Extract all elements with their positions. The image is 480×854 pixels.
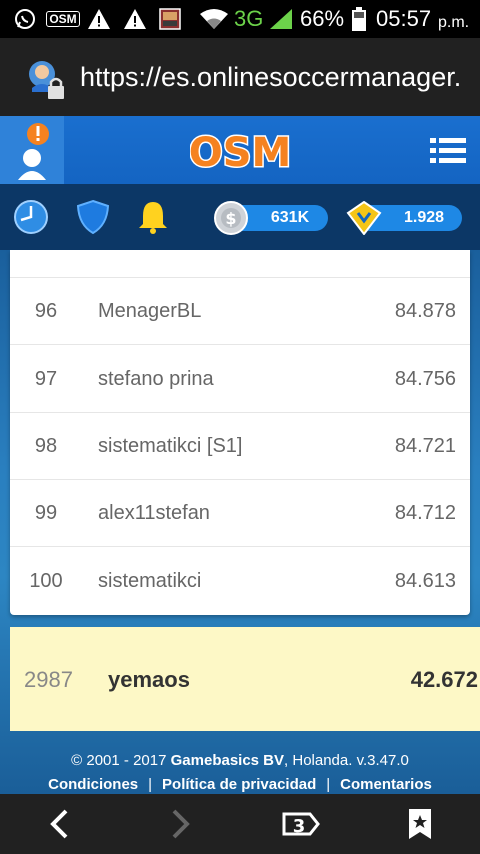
shield-icon[interactable] bbox=[74, 198, 112, 236]
terms-link[interactable]: Condiciones bbox=[48, 776, 138, 793]
tabs-icon[interactable]: 3 bbox=[282, 808, 322, 840]
manager-alert-icon bbox=[18, 123, 49, 180]
svg-text:OSM: OSM bbox=[190, 130, 290, 176]
osm-notification-icon: OSM bbox=[46, 8, 80, 30]
bookmark-icon[interactable] bbox=[404, 808, 436, 840]
svg-text:3: 3 bbox=[293, 816, 306, 837]
footer-links: Condiciones | Política de privacidad | Comen… bbox=[48, 776, 432, 793]
url-text[interactable]: https://es.onlinesoccermanager. bbox=[80, 60, 468, 94]
browser-nav-bar: 3 bbox=[0, 794, 480, 854]
site-favicon-lock-icon bbox=[24, 58, 68, 102]
clock-ampm: p.m. bbox=[438, 14, 470, 31]
browser-url-bar[interactable]: https://es.onlinesoccermanager. bbox=[0, 38, 480, 116]
svg-text:$: $ bbox=[225, 209, 236, 228]
clock-icon[interactable] bbox=[12, 198, 50, 236]
warning-icon bbox=[86, 8, 112, 30]
network-type: 3G bbox=[234, 6, 264, 31]
status-bar: OSM 3G 66% 05:57 p.m. bbox=[0, 0, 480, 38]
ranking-table: 96 MenagerBL 84.878 97 stefano prina 84.… bbox=[10, 250, 470, 615]
whatsapp-icon bbox=[12, 8, 38, 30]
wifi-icon bbox=[198, 8, 230, 30]
signal-icon bbox=[268, 8, 294, 30]
bell-icon[interactable] bbox=[134, 198, 172, 236]
table-row-partial bbox=[10, 250, 470, 278]
clock-time: 05:57 bbox=[376, 6, 432, 31]
osm-logo[interactable]: OSM bbox=[187, 122, 293, 178]
boss-coin-icon bbox=[346, 200, 382, 236]
feedback-link[interactable]: Comentarios bbox=[340, 776, 432, 793]
table-row[interactable]: 97 stefano prina 84.756 bbox=[10, 346, 470, 413]
manager-profile-button[interactable] bbox=[0, 116, 64, 184]
silver-coin-icon: $ bbox=[214, 201, 248, 235]
copyright: © 2001 - 2017 Gamebasics BV, Holanda. v.… bbox=[71, 752, 409, 769]
forward-icon[interactable] bbox=[164, 808, 196, 840]
table-row[interactable]: 99 alex11stefan 84.712 bbox=[10, 480, 470, 547]
battery-icon bbox=[350, 7, 368, 31]
table-row[interactable]: 96 MenagerBL 84.878 bbox=[10, 278, 470, 345]
warning-icon bbox=[122, 8, 148, 30]
own-ranking-row[interactable]: 2987 yemaos 42.672 bbox=[10, 627, 480, 731]
privacy-link[interactable]: Política de privacidad bbox=[162, 776, 316, 793]
ranking-stage: 96 MenagerBL 84.878 97 stefano prina 84.… bbox=[0, 250, 480, 794]
footer: © 2001 - 2017 Gamebasics BV, Holanda. v.… bbox=[0, 750, 480, 794]
photo-thumbnail-icon bbox=[158, 8, 182, 30]
table-row[interactable]: 100 sistematikci 84.613 bbox=[10, 548, 470, 615]
company-name: Gamebasics BV bbox=[170, 752, 285, 769]
table-row[interactable]: 98 sistematikci [S1] 84.721 bbox=[10, 413, 470, 480]
menu-list-icon[interactable] bbox=[430, 136, 466, 166]
battery-percent: 66% bbox=[300, 6, 345, 31]
back-icon[interactable] bbox=[44, 808, 76, 840]
app-header: OSM bbox=[0, 116, 480, 184]
